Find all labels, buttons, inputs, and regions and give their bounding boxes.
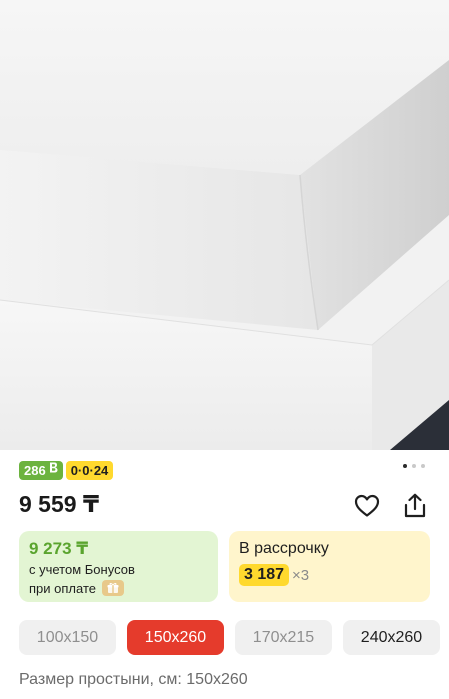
favorite-button[interactable] xyxy=(353,492,381,520)
installment-row: 3 187 ×3 xyxy=(239,564,309,586)
bonus-badge-value: 286 xyxy=(24,463,46,478)
bonus-price-card[interactable]: 9 273 ₸ с учетом Бонусов при оплате xyxy=(19,531,218,602)
sheet-photo xyxy=(0,0,449,450)
bonus-b-icon xyxy=(49,461,58,480)
promo-badges: 286 0·0·24 xyxy=(19,461,114,480)
product-image[interactable] xyxy=(0,0,449,450)
share-button[interactable] xyxy=(401,492,429,520)
selected-size-caption: Размер простыни, см: 150x260 xyxy=(19,671,248,688)
carousel-dots[interactable] xyxy=(403,464,425,468)
carousel-dot-3[interactable] xyxy=(421,464,425,468)
carousel-dot-1[interactable] xyxy=(403,464,407,468)
installment-card[interactable]: В рассрочку 3 187 ×3 xyxy=(229,531,430,602)
installment-amount: 3 187 xyxy=(239,564,290,586)
bonus-badge: 286 xyxy=(19,461,63,480)
size-option-150x260[interactable]: 150x260 xyxy=(127,620,224,655)
installment-multiplier: ×3 xyxy=(292,566,310,584)
carousel-dot-2[interactable] xyxy=(412,464,416,468)
size-selector: 100x150 150x260 170x215 240x260 xyxy=(19,620,440,655)
bonus-price: 9 273 ₸ xyxy=(29,539,89,558)
share-icon xyxy=(404,493,426,518)
bonus-note-line2: при оплате xyxy=(29,580,96,596)
installment-badge: 0·0·24 xyxy=(65,461,114,480)
installment-title: В рассрочку xyxy=(239,540,329,557)
bonus-note-line2-row: при оплате xyxy=(29,580,124,596)
product-price: 9 559 ₸ xyxy=(19,491,99,517)
gift-icon xyxy=(101,580,124,596)
bonus-note-line1: с учетом Бонусов xyxy=(29,562,135,577)
size-option-170x215[interactable]: 170x215 xyxy=(235,620,332,655)
size-option-240x260[interactable]: 240x260 xyxy=(343,620,440,655)
size-option-100x150[interactable]: 100x150 xyxy=(19,620,116,655)
heart-icon xyxy=(354,494,380,517)
